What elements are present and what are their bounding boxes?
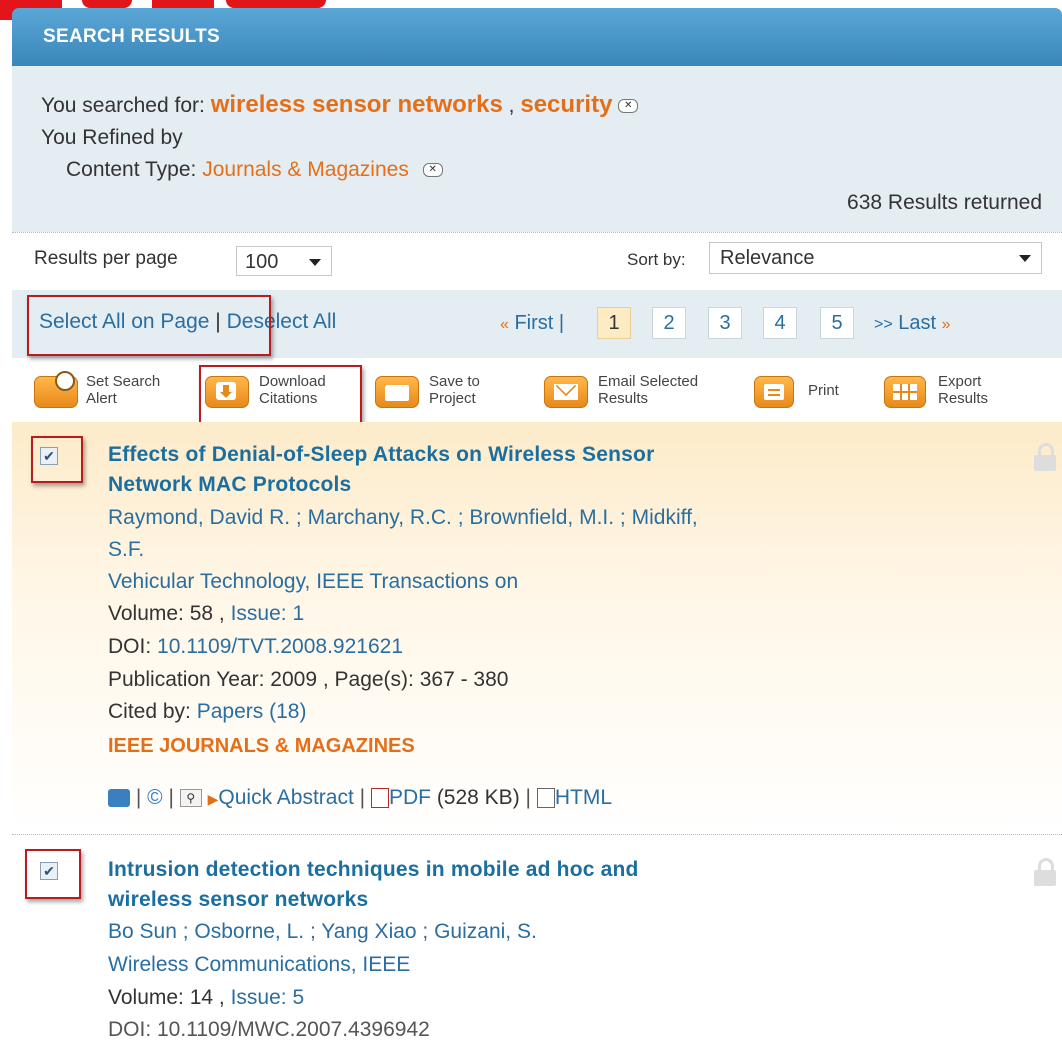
highlight-box	[31, 436, 83, 483]
result-doi: DOI: 10.1109/MWC.2007.4396942	[108, 1018, 430, 1041]
save-label: Save to Project	[429, 373, 480, 407]
result-doi: DOI: 10.1109/TVT.2008.921621	[108, 635, 403, 658]
magnifier-icon[interactable]: ⚲	[179, 789, 202, 808]
page-1-current[interactable]: 1	[597, 307, 631, 339]
divider	[12, 232, 1062, 233]
set-alert-label: Set Search Alert	[86, 373, 161, 407]
result-year-pages: Publication Year: 2009 , Page(s): 367 - …	[108, 668, 509, 691]
pdf-icon	[370, 788, 389, 809]
lock-icon	[1034, 443, 1056, 471]
search-results-header: SEARCH RESULTS	[12, 8, 1062, 66]
sort-value: Relevance	[720, 247, 815, 269]
play-arrow-icon: ▶	[207, 791, 219, 807]
content-type-label: Content Type:	[66, 158, 197, 181]
per-page-select[interactable]: 100	[236, 246, 332, 276]
result-title[interactable]: Effects of Denial-of-Sleep Attacks on Wi…	[108, 440, 928, 500]
search-term[interactable]: wireless sensor networks	[211, 91, 503, 118]
page-5-link[interactable]: 5	[820, 307, 854, 339]
content-type-value[interactable]: Journals & Magazines	[202, 158, 409, 181]
first-page-link[interactable]: « First |	[500, 312, 564, 335]
first-prefix: «	[500, 316, 509, 333]
result-authors[interactable]: S.F.	[108, 534, 144, 566]
searched-for-line: You searched for: wireless sensor networ…	[41, 91, 639, 119]
export-label: Export Results	[938, 373, 989, 407]
result-volume-issue: Volume: 14 , Issue: 5	[108, 986, 305, 1009]
results-count: 638 Results returned	[847, 191, 1042, 214]
pdf-link[interactable]: PDF	[389, 786, 431, 809]
html-page-icon	[536, 788, 555, 809]
page-2-link[interactable]: 2	[652, 307, 686, 339]
email-envelope-icon	[544, 375, 588, 408]
cited-papers-link[interactable]: Papers (18)	[197, 700, 307, 723]
first-label: First	[514, 312, 554, 334]
result-actions: | © | ⚲ ▶Quick Abstract | PDF (528 KB) |…	[108, 782, 612, 815]
email-label: Email Selected Results	[598, 373, 699, 407]
email-selected-button[interactable]: Email Selected Results	[544, 372, 744, 412]
result-publication[interactable]: Vehicular Technology, IEEE Transactions …	[108, 566, 518, 598]
last-page-link[interactable]: >> Last »	[874, 312, 951, 335]
search-term[interactable]: security	[520, 91, 612, 118]
lock-icon	[1034, 858, 1056, 886]
per-page-value: 100	[245, 251, 279, 273]
folder-icon	[375, 376, 419, 408]
save-to-project-button[interactable]: Save to Project	[375, 372, 505, 412]
term-separator: ,	[508, 94, 515, 117]
set-search-alert-button[interactable]: Set Search Alert	[34, 371, 194, 412]
table-grid-icon	[884, 376, 926, 408]
refined-by-label: You Refined by	[41, 126, 183, 149]
alert-clock-icon	[34, 371, 78, 408]
highlight-box	[25, 849, 81, 899]
print-label: Print	[808, 382, 839, 399]
result-content-type: IEEE JOURNALS & MAGAZINES	[108, 735, 415, 757]
pdf-size: (528 KB)	[436, 786, 520, 809]
search-summary: You searched for: wireless sensor networ…	[12, 66, 1062, 232]
chevron-down-icon	[309, 259, 321, 266]
export-results-button[interactable]: Export Results	[884, 372, 1024, 412]
last-label: Last	[898, 312, 937, 334]
result-authors[interactable]: Raymond, David R. ; Marchany, R.C. ; Bro…	[108, 502, 698, 534]
print-button[interactable]: Print	[754, 372, 864, 412]
divider	[12, 834, 1062, 835]
quick-abstract-link[interactable]: Quick Abstract	[218, 786, 353, 809]
rights-link-icon[interactable]	[108, 789, 130, 808]
doi-link[interactable]: 10.1109/TVT.2008.921621	[157, 635, 403, 658]
remove-refinement-icon[interactable]: ✕	[422, 163, 443, 178]
result-title[interactable]: Intrusion detection techniques in mobile…	[108, 855, 928, 915]
header-title: SEARCH RESULTS	[43, 26, 220, 47]
highlight-box	[199, 365, 362, 426]
issue-link[interactable]: Issue: 5	[231, 986, 305, 1009]
last-suffix: »	[941, 316, 951, 333]
per-page-label: Results per page	[34, 248, 178, 269]
copyright-icon[interactable]: ©	[147, 786, 162, 809]
sort-label: Sort by:	[627, 250, 686, 269]
result-publication[interactable]: Wireless Communications, IEEE	[108, 949, 410, 981]
first-separator: |	[558, 312, 565, 334]
print-icon	[754, 376, 794, 408]
remove-term-icon[interactable]: ✕	[618, 99, 639, 114]
page-3-link[interactable]: 3	[708, 307, 742, 339]
result-cited-by: Cited by: Papers (18)	[108, 700, 307, 723]
sort-select[interactable]: Relevance	[709, 242, 1042, 274]
highlight-box	[27, 295, 271, 356]
issue-link[interactable]: Issue: 1	[231, 602, 305, 625]
html-link[interactable]: HTML	[555, 786, 612, 809]
chevron-down-icon	[1019, 255, 1031, 262]
content-type-line: Content Type: Journals & Magazines ✕	[66, 158, 443, 182]
searched-for-label: You searched for:	[41, 94, 205, 117]
result-volume-issue: Volume: 58 , Issue: 1	[108, 602, 305, 625]
last-prefix: >>	[874, 316, 893, 333]
page-4-link[interactable]: 4	[763, 307, 797, 339]
result-authors[interactable]: Bo Sun ; Osborne, L. ; Yang Xiao ; Guiza…	[108, 916, 537, 948]
